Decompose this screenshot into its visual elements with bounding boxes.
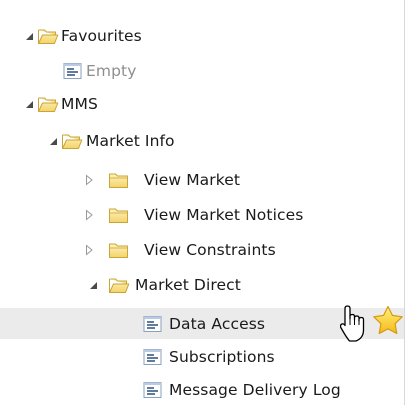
folder-closed-icon: [108, 171, 130, 189]
expanded-arrow-icon[interactable]: [23, 98, 35, 110]
tree-node-view-market-notices[interactable]: View Market Notices: [0, 199, 404, 230]
document-icon: [143, 348, 162, 365]
tree-node-label: Subscriptions: [169, 347, 275, 366]
expanded-arrow-icon[interactable]: [47, 135, 59, 147]
collapsed-arrow-icon[interactable]: [83, 244, 95, 256]
document-icon: [143, 381, 162, 398]
folder-open-icon: [108, 276, 130, 294]
tree-node-label: View Market: [144, 170, 241, 189]
folder-closed-icon: [108, 206, 130, 224]
hand-cursor-icon: [340, 305, 365, 342]
tree-node-label: View Constraints: [144, 240, 276, 259]
tree-node-label: Market Direct: [135, 275, 241, 294]
tree-node-label: Data Access: [169, 314, 266, 333]
tree-node-label: Favourites: [61, 26, 142, 45]
tree-node-market-info[interactable]: Market Info: [0, 125, 404, 156]
collapsed-arrow-icon[interactable]: [83, 209, 95, 221]
favourite-star-button[interactable]: [340, 305, 406, 347]
document-icon: [63, 62, 82, 79]
tree-node-empty: Empty: [0, 55, 404, 86]
navigation-tree: Favourites Empty MMS Market Info View Ma…: [0, 0, 406, 405]
collapsed-arrow-icon[interactable]: [83, 174, 95, 186]
expanded-arrow-icon[interactable]: [23, 30, 35, 42]
panel-border: [404, 0, 405, 405]
tree-node-market-direct[interactable]: Market Direct: [0, 269, 404, 300]
tree-node-favourites[interactable]: Favourites: [0, 20, 404, 51]
tree-node-message-delivery-log[interactable]: Message Delivery Log: [0, 374, 404, 405]
document-icon: [143, 315, 162, 332]
tree-node-label: Market Info: [86, 131, 175, 150]
tree-node-label: Empty: [86, 61, 137, 80]
tree-node-label: MMS: [61, 94, 98, 113]
tree-node-label: Message Delivery Log: [169, 380, 341, 399]
folder-open-icon: [61, 132, 83, 150]
tree-node-mms[interactable]: MMS: [0, 88, 404, 119]
star-icon: [373, 305, 403, 335]
folder-open-icon: [37, 95, 59, 113]
tree-node-view-market[interactable]: View Market: [0, 164, 404, 195]
folder-open-icon: [37, 27, 59, 45]
tree-node-label: View Market Notices: [144, 205, 304, 224]
expanded-arrow-icon[interactable]: [87, 279, 99, 291]
folder-closed-icon: [108, 241, 130, 259]
tree-node-view-constraints[interactable]: View Constraints: [0, 234, 404, 265]
